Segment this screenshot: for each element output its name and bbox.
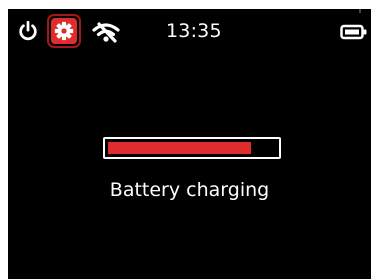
power-button[interactable] [14, 17, 42, 45]
settings-button-highlight [51, 18, 77, 44]
gear-icon [54, 21, 74, 41]
battery-status-text: Battery charging [109, 179, 270, 201]
battery-status [340, 23, 368, 41]
battery-icon [340, 24, 367, 40]
battery-progress-fill [108, 142, 251, 154]
device-screen: 13:35 Battery charging [8, 9, 371, 279]
settings-button[interactable] [47, 14, 81, 48]
status-bar: 13:35 [8, 9, 371, 55]
battery-progress-bar [103, 137, 281, 159]
power-icon [19, 20, 37, 41]
wifi-off-icon [92, 22, 120, 43]
clock: 13:35 [166, 20, 222, 42]
wifi-button[interactable] [90, 18, 122, 46]
